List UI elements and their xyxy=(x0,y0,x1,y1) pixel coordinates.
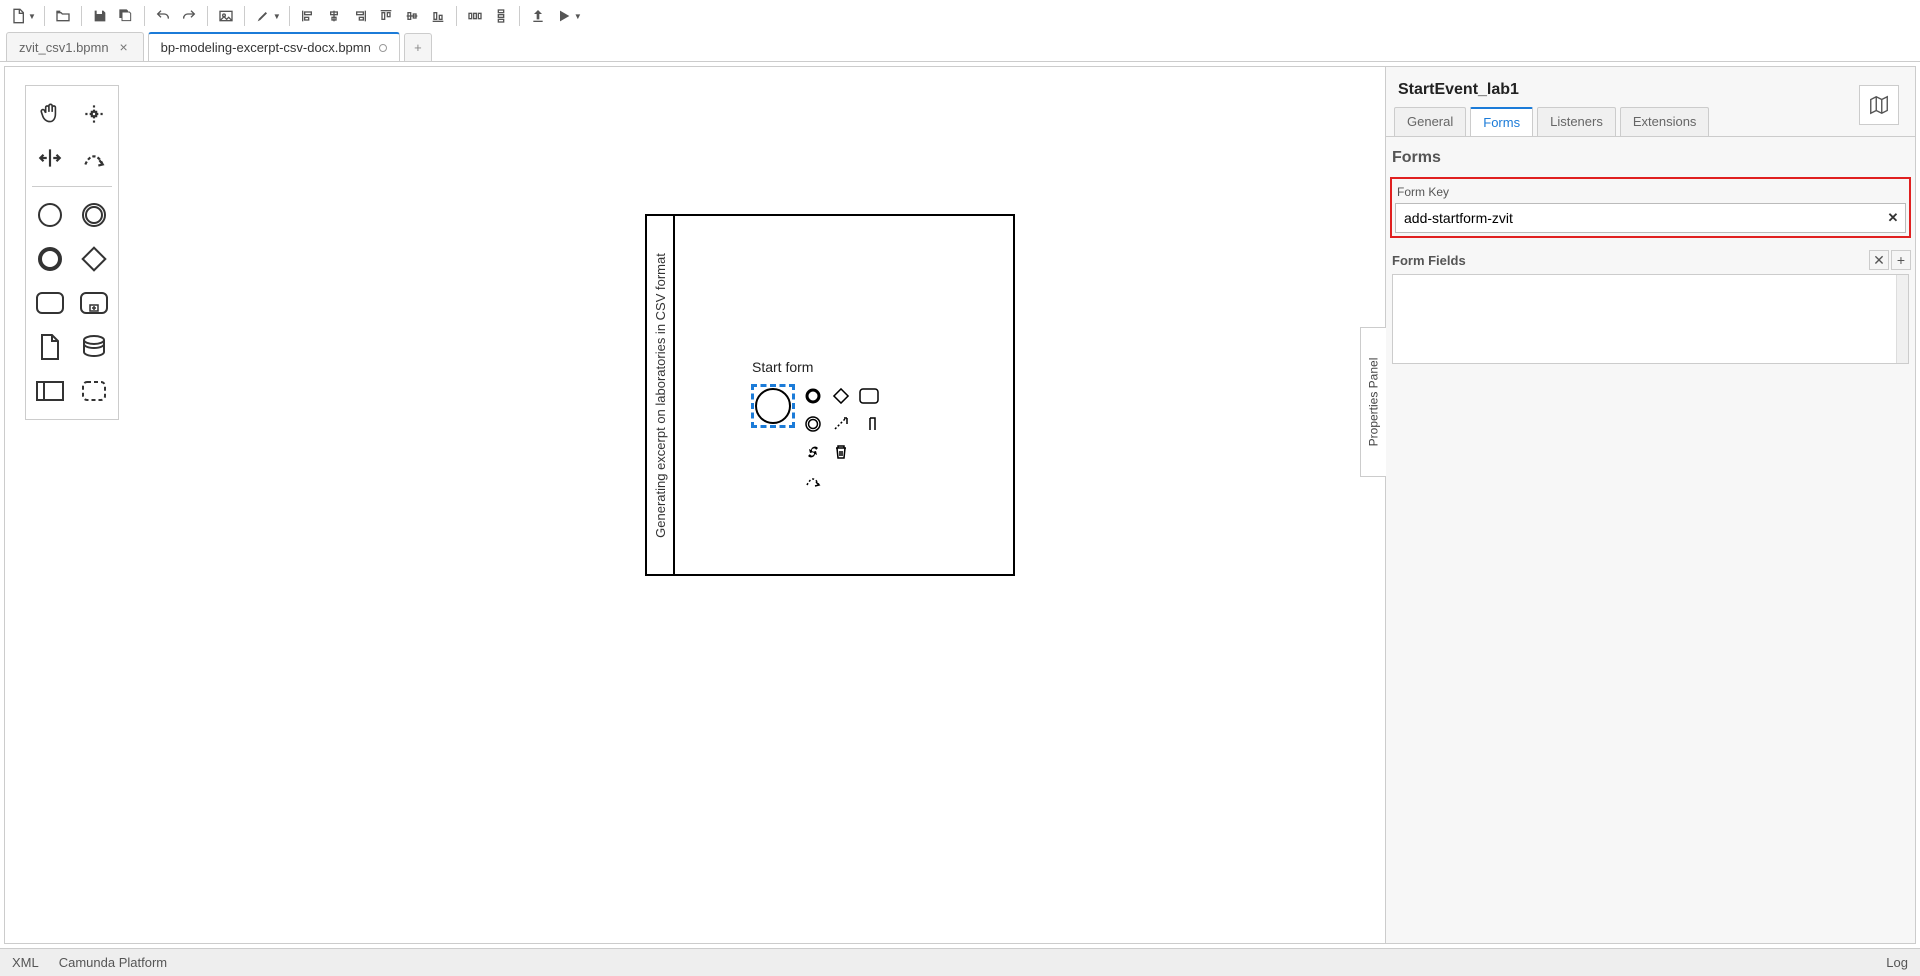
distribute-h-button[interactable] xyxy=(463,4,487,28)
separator xyxy=(289,6,290,26)
form-key-input[interactable] xyxy=(1396,204,1881,232)
hand-tool[interactable] xyxy=(34,98,66,130)
separator xyxy=(456,6,457,26)
create-data-object[interactable] xyxy=(34,331,66,363)
minimap-toggle-button[interactable] xyxy=(1859,85,1899,125)
lasso-tool[interactable] xyxy=(78,98,110,130)
tab-bp-modeling-excerpt[interactable]: bp-modeling-excerpt-csv-docx.bpmn xyxy=(148,32,400,61)
new-file-button[interactable] xyxy=(6,4,30,28)
ctx-change-type[interactable] xyxy=(801,440,825,464)
create-task[interactable] xyxy=(34,287,66,319)
separator xyxy=(81,6,82,26)
ctx-append-intermediate[interactable] xyxy=(801,412,825,436)
palette xyxy=(25,85,119,420)
properties-element-title: StartEvent_lab1 xyxy=(1386,67,1915,107)
highlight-button[interactable] xyxy=(251,4,275,28)
bpmn-pool[interactable]: Generating excerpt on laboratories in CS… xyxy=(645,214,1015,576)
ctx-delete[interactable] xyxy=(829,440,853,464)
start-event-label: Start form xyxy=(752,359,813,375)
form-key-input-wrap: ✕ xyxy=(1395,203,1906,233)
status-bar: XML Camunda Platform Log xyxy=(0,948,1920,976)
tab-bar: zvit_csv1.bpmn × bp-modeling-excerpt-csv… xyxy=(0,32,1920,62)
form-fields-label: Form Fields xyxy=(1392,253,1466,268)
separator xyxy=(519,6,520,26)
ctx-append-task[interactable] xyxy=(857,384,881,408)
start-event-circle-icon xyxy=(755,388,791,424)
form-key-field-highlighted: Form Key ✕ xyxy=(1390,177,1911,238)
create-intermediate-event[interactable] xyxy=(78,199,110,231)
ctx-append-gateway[interactable] xyxy=(829,384,853,408)
pool-lane[interactable]: Start form xyxy=(677,216,1013,574)
align-center-h-button[interactable] xyxy=(322,4,346,28)
create-group[interactable] xyxy=(78,375,110,407)
export-image-button[interactable] xyxy=(214,4,238,28)
space-tool[interactable] xyxy=(34,142,66,174)
ctx-text-annotation[interactable] xyxy=(829,412,853,436)
footer-platform-link[interactable]: Camunda Platform xyxy=(59,955,167,970)
tab-listeners[interactable]: Listeners xyxy=(1537,107,1616,136)
palette-separator xyxy=(32,186,112,187)
ctx-attach[interactable] xyxy=(857,412,881,436)
work-area: Generating excerpt on laboratories in CS… xyxy=(4,66,1916,944)
footer-xml-link[interactable]: XML xyxy=(12,955,39,970)
redo-button[interactable] xyxy=(177,4,201,28)
deploy-button[interactable] xyxy=(526,4,550,28)
form-key-label: Form Key xyxy=(1395,182,1906,203)
create-end-event[interactable] xyxy=(34,243,66,275)
run-button[interactable] xyxy=(552,4,576,28)
tab-label: bp-modeling-excerpt-csv-docx.bpmn xyxy=(161,40,371,55)
align-bottom-button[interactable] xyxy=(426,4,450,28)
global-connect-tool[interactable] xyxy=(78,142,110,174)
properties-tabs: General Forms Listeners Extensions xyxy=(1386,107,1915,136)
tab-close-icon[interactable]: × xyxy=(117,39,131,55)
align-left-button[interactable] xyxy=(296,4,320,28)
main-toolbar: ▼ ▼ ▼ xyxy=(0,0,1920,32)
open-file-button[interactable] xyxy=(51,4,75,28)
create-participant[interactable] xyxy=(34,375,66,407)
undo-button[interactable] xyxy=(151,4,175,28)
section-title-forms: Forms xyxy=(1388,137,1913,177)
separator xyxy=(144,6,145,26)
separator xyxy=(207,6,208,26)
align-top-button[interactable] xyxy=(374,4,398,28)
separator xyxy=(44,6,45,26)
context-pad xyxy=(801,384,881,492)
create-gateway[interactable] xyxy=(78,243,110,275)
form-fields-scrollbar[interactable] xyxy=(1896,275,1908,363)
tab-forms[interactable]: Forms xyxy=(1470,107,1533,136)
start-event-selected[interactable] xyxy=(751,384,795,428)
pool-name: Generating excerpt on laboratories in CS… xyxy=(653,253,668,538)
footer-log-link[interactable]: Log xyxy=(1886,955,1908,970)
tab-label: zvit_csv1.bpmn xyxy=(19,40,109,55)
ctx-connect[interactable] xyxy=(801,468,825,492)
properties-body: Forms Form Key ✕ Form Fields ✕ + xyxy=(1386,136,1915,943)
form-fields-header: Form Fields ✕ + xyxy=(1388,244,1913,274)
pool-header[interactable]: Generating excerpt on laboratories in CS… xyxy=(647,216,675,574)
properties-panel-toggle-label: Properties Panel xyxy=(1367,358,1381,447)
tab-add-button[interactable]: + xyxy=(404,33,432,61)
align-right-button[interactable] xyxy=(348,4,372,28)
separator xyxy=(244,6,245,26)
save-button[interactable] xyxy=(88,4,112,28)
distribute-v-button[interactable] xyxy=(489,4,513,28)
create-data-store[interactable] xyxy=(78,331,110,363)
properties-panel: StartEvent_lab1 General Forms Listeners … xyxy=(1385,67,1915,943)
create-subprocess[interactable] xyxy=(78,287,110,319)
create-start-event[interactable] xyxy=(34,199,66,231)
tab-zvit-csv1[interactable]: zvit_csv1.bpmn × xyxy=(6,32,144,61)
tab-unsaved-icon xyxy=(379,44,387,52)
ctx-append-end-event[interactable] xyxy=(801,384,825,408)
align-center-v-button[interactable] xyxy=(400,4,424,28)
form-fields-add-button[interactable]: + xyxy=(1891,250,1911,270)
form-key-clear-button[interactable]: ✕ xyxy=(1881,210,1905,226)
properties-panel-toggle[interactable]: Properties Panel xyxy=(1360,327,1386,477)
tab-extensions[interactable]: Extensions xyxy=(1620,107,1710,136)
save-all-button[interactable] xyxy=(114,4,138,28)
tab-general[interactable]: General xyxy=(1394,107,1466,136)
form-fields-remove-button[interactable]: ✕ xyxy=(1869,250,1889,270)
form-fields-list[interactable] xyxy=(1392,274,1909,364)
